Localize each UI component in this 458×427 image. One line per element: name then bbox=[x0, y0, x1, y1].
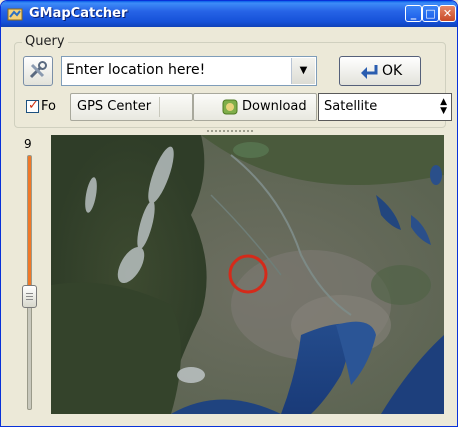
ok-label: OK bbox=[382, 63, 403, 79]
gps-mode-value: GPS Center bbox=[77, 99, 152, 114]
checkbox-label: Fo bbox=[41, 99, 56, 114]
satellite-map[interactable] bbox=[51, 135, 444, 414]
map-type-value: Satellite bbox=[324, 99, 378, 114]
settings-button[interactable] bbox=[23, 56, 53, 86]
window-title: GMapCatcher bbox=[29, 6, 128, 21]
location-input[interactable]: Enter location here! bbox=[66, 62, 205, 78]
gps-mode-select[interactable]: GPS Center bbox=[70, 93, 193, 121]
zoom-level-label: 9 bbox=[24, 137, 32, 151]
updown-arrows-icon: ▲ ▼ bbox=[440, 97, 447, 116]
location-combo[interactable]: Enter location here! ▼ bbox=[61, 56, 317, 86]
check-icon: ✓ bbox=[28, 98, 39, 113]
gps-divider bbox=[159, 97, 160, 117]
pane-grip[interactable] bbox=[206, 129, 254, 134]
main-window: GMapCatcher _ □ ✕ Query Enter location h… bbox=[0, 0, 458, 427]
download-icon bbox=[222, 99, 238, 115]
maximize-icon[interactable]: □ bbox=[422, 5, 439, 22]
tools-icon bbox=[29, 61, 47, 79]
map-image[interactable] bbox=[51, 135, 444, 414]
ok-button[interactable]: OK bbox=[339, 56, 421, 86]
title-bar[interactable]: GMapCatcher _ □ ✕ bbox=[1, 1, 457, 27]
app-icon bbox=[7, 8, 23, 21]
enter-arrow-icon bbox=[361, 65, 378, 79]
options-checkbox[interactable]: ✓ bbox=[26, 98, 39, 113]
zoom-slider[interactable] bbox=[27, 155, 32, 410]
zoom-slider-thumb[interactable] bbox=[22, 285, 37, 308]
chevron-down-icon[interactable]: ▼ bbox=[291, 58, 315, 84]
download-button[interactable]: Download bbox=[193, 93, 317, 121]
query-group-label: Query bbox=[22, 34, 68, 49]
close-icon[interactable]: ✕ bbox=[439, 5, 456, 22]
download-label: Download bbox=[242, 99, 307, 114]
minimize-icon[interactable]: _ bbox=[405, 5, 422, 22]
map-type-select[interactable]: Satellite ▲ ▼ bbox=[318, 93, 452, 121]
